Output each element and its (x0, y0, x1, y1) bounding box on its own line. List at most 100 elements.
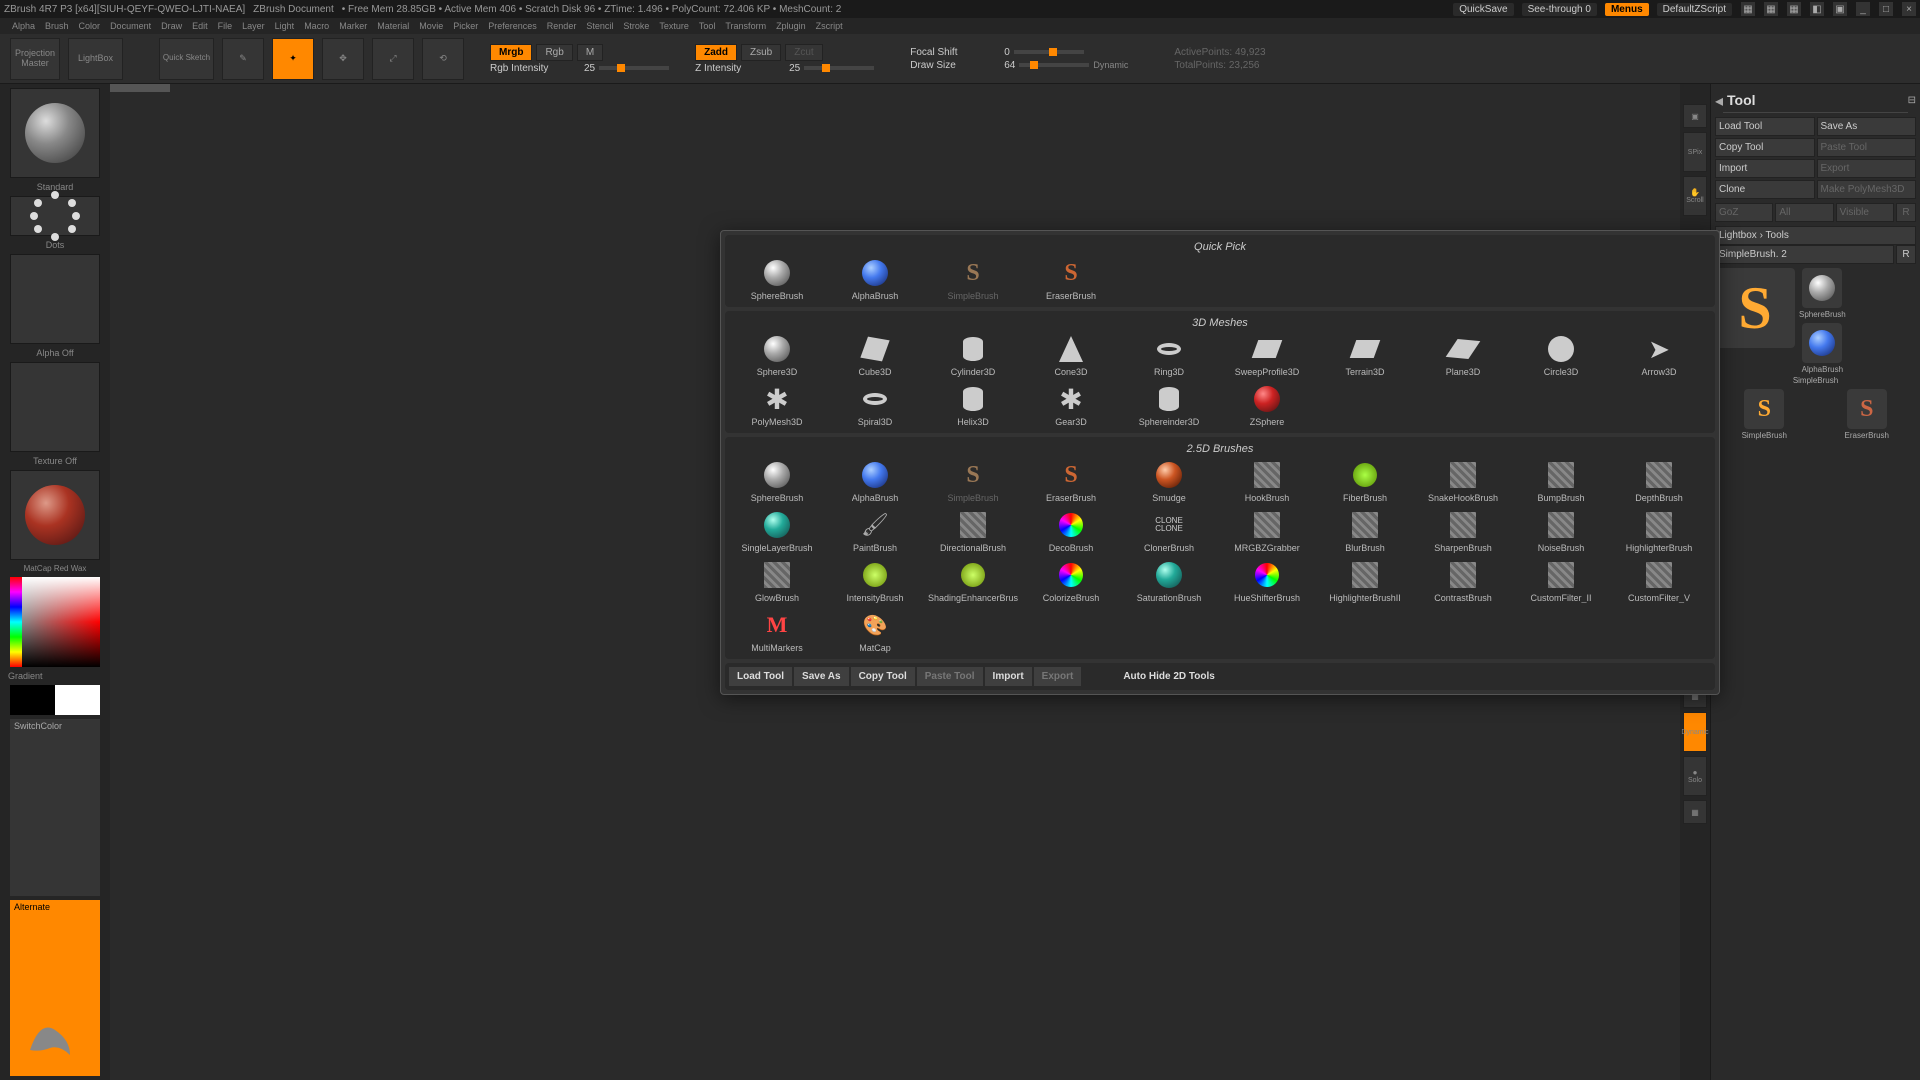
menu-item[interactable]: Movie (415, 21, 447, 31)
tool-item[interactable]: DepthBrush (1611, 457, 1707, 505)
move-button[interactable]: ✥ (322, 38, 364, 80)
rotate-button[interactable]: ⟲ (422, 38, 464, 80)
rgb-intensity-slider[interactable] (599, 66, 669, 70)
quicksave-button[interactable]: QuickSave (1453, 3, 1513, 16)
panel-pin-icon[interactable]: ⊟ (1908, 95, 1916, 106)
win-btn-2[interactable]: ▦ (1764, 2, 1778, 16)
tool-item[interactable]: IntensityBrush (827, 557, 923, 605)
edit-button[interactable]: ✎ (222, 38, 264, 80)
make-polymesh-button[interactable]: Make PolyMesh3D (1817, 180, 1917, 199)
tool-item[interactable]: MRGBZGrabber (1219, 507, 1315, 555)
import-button[interactable]: Import (1715, 159, 1815, 178)
menu-item[interactable]: Document (106, 21, 155, 31)
r-button-2[interactable]: R (1896, 245, 1916, 264)
menu-item[interactable]: Material (373, 21, 413, 31)
tool-item[interactable]: FiberBrush (1317, 457, 1413, 505)
tool-item[interactable]: CustomFilter_V (1611, 557, 1707, 605)
tool-item[interactable]: 🎨MatCap (827, 607, 923, 655)
menu-item[interactable]: Macro (300, 21, 333, 31)
win-btn-5[interactable]: ▣ (1833, 2, 1847, 16)
menu-item[interactable]: Zscript (812, 21, 847, 31)
brush-selector[interactable] (10, 88, 100, 178)
dynamic-label[interactable]: Dynamic (1093, 60, 1128, 70)
tool-item[interactable]: Circle3D (1513, 331, 1609, 379)
popup-export[interactable]: Export (1034, 667, 1082, 686)
tool-item[interactable]: BlurBrush (1317, 507, 1413, 555)
tool-item[interactable]: SphereBrush (729, 457, 825, 505)
tool-item[interactable]: Cube3D (827, 331, 923, 379)
tool-item[interactable]: SSimpleBrush (925, 457, 1021, 505)
menu-item[interactable]: Render (543, 21, 581, 31)
rgb-toggle[interactable]: Rgb (536, 44, 572, 61)
mrgb-toggle[interactable]: Mrgb (490, 44, 532, 61)
scroll-handle[interactable]: ✋Scroll (1683, 176, 1707, 216)
script-button[interactable]: DefaultZScript (1657, 3, 1732, 16)
tool-item[interactable]: HueShifterBrush (1219, 557, 1315, 605)
menu-item[interactable]: Transform (721, 21, 770, 31)
menu-item[interactable]: File (214, 21, 237, 31)
stroke-selector[interactable] (10, 196, 100, 236)
popup-copy-tool[interactable]: Copy Tool (851, 667, 915, 686)
quicksketch-button[interactable]: Quick Sketch (159, 38, 214, 80)
tool-item[interactable]: SEraserBrush (1023, 457, 1119, 505)
tool-item[interactable]: DirectionalBrush (925, 507, 1021, 555)
popup-import[interactable]: Import (985, 667, 1032, 686)
tool-item[interactable]: Sphere3D (729, 331, 825, 379)
projection-master-button[interactable]: Projection Master (10, 38, 60, 80)
color-swatches[interactable] (10, 685, 100, 715)
seethrough-slider[interactable]: See-through 0 (1522, 3, 1597, 16)
popup-autohide[interactable]: Auto Hide 2D Tools (1115, 667, 1222, 686)
menu-item[interactable]: Picker (449, 21, 482, 31)
switchcolor-button[interactable]: SwitchColor (10, 719, 100, 896)
focal-shift-slider[interactable] (1014, 50, 1084, 54)
dynamic-button[interactable]: Dynamic (1683, 712, 1707, 752)
tool-item[interactable]: SphereBrush (729, 255, 825, 303)
popup-load-tool[interactable]: Load Tool (729, 667, 792, 686)
tool-item[interactable]: DecoBrush (1023, 507, 1119, 555)
tool-thumb[interactable]: SphereBrush (1799, 268, 1846, 319)
z-intensity-slider[interactable] (804, 66, 874, 70)
tool-item[interactable]: Plane3D (1415, 331, 1511, 379)
texture-selector[interactable] (10, 362, 100, 452)
tool-item[interactable]: SingleLayerBrush (729, 507, 825, 555)
menu-item[interactable]: Layer (238, 21, 269, 31)
menus-button[interactable]: Menus (1605, 3, 1649, 16)
menu-item[interactable]: Marker (335, 21, 371, 31)
tool-thumb[interactable]: SSimpleBrush (1715, 389, 1814, 440)
lightbox-tools-button[interactable]: Lightbox › Tools (1715, 226, 1916, 245)
tool-item[interactable]: Smudge (1121, 457, 1217, 505)
zsub-toggle[interactable]: Zsub (741, 44, 781, 61)
tool-item[interactable]: ColorizeBrush (1023, 557, 1119, 605)
visible-button[interactable]: Visible (1836, 203, 1894, 222)
load-tool-button[interactable]: Load Tool (1715, 117, 1815, 136)
menu-item[interactable]: Alpha (8, 21, 39, 31)
save-as-button[interactable]: Save As (1817, 117, 1917, 136)
tool-item[interactable]: SnakeHookBrush (1415, 457, 1511, 505)
tool-item[interactable]: Terrain3D (1317, 331, 1413, 379)
tool-item[interactable]: SaturationBrush (1121, 557, 1217, 605)
tool-thumb[interactable]: AlphaBrush (1799, 323, 1846, 374)
tool-item[interactable]: SharpenBrush (1415, 507, 1511, 555)
lightbox-button[interactable]: LightBox (68, 38, 123, 80)
tool-item[interactable]: HighlighterBrush (1611, 507, 1707, 555)
tool-item[interactable]: ShadingEnhancerBrus (925, 557, 1021, 605)
r-button[interactable]: R (1896, 203, 1916, 222)
color-picker[interactable] (10, 577, 100, 667)
spix-slider[interactable]: SPix (1683, 132, 1707, 172)
paste-tool-button[interactable]: Paste Tool (1817, 138, 1917, 157)
tool-item[interactable]: SEraserBrush (1023, 255, 1119, 303)
clone-button[interactable]: Clone (1715, 180, 1815, 199)
popup-paste-tool[interactable]: Paste Tool (917, 667, 983, 686)
menu-item[interactable]: Color (75, 21, 105, 31)
menu-item[interactable]: Preferences (484, 21, 541, 31)
solo-button[interactable]: ●Solo (1683, 756, 1707, 796)
tool-item[interactable]: Sphereinder3D (1121, 381, 1217, 429)
close-button[interactable]: × (1902, 2, 1916, 16)
collapse-icon[interactable]: ◂ (1715, 91, 1723, 111)
goz-button[interactable]: GoZ (1715, 203, 1773, 222)
maximize-button[interactable]: □ (1879, 2, 1893, 16)
zadd-toggle[interactable]: Zadd (695, 44, 737, 61)
tool-item[interactable]: BumpBrush (1513, 457, 1609, 505)
tool-item[interactable]: 🖌PaintBrush (827, 507, 923, 555)
tool-item[interactable]: SweepProfile3D (1219, 331, 1315, 379)
